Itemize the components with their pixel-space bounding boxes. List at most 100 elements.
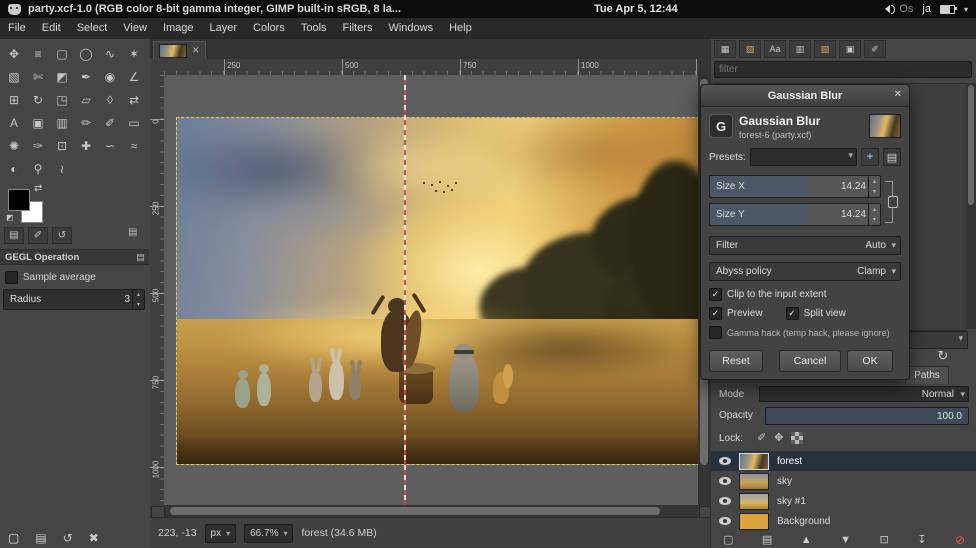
lower-layer-icon[interactable]: ▼ [840, 534, 851, 546]
smudge-tool[interactable]: ∽ [98, 134, 122, 157]
blur-sharpen-tool[interactable]: ≈ [122, 134, 146, 157]
align-tool[interactable]: ≡ [26, 42, 50, 65]
mode-dropdown[interactable]: Normal [759, 386, 969, 402]
swap-colors-icon[interactable]: ⇄ [34, 183, 42, 194]
battery-icon[interactable] [940, 5, 955, 14]
gamma-hack-checkbox[interactable] [709, 326, 722, 339]
layer-visibility-toggle[interactable] [719, 497, 731, 505]
reset-button[interactable]: Reset [709, 350, 763, 372]
rotate-tool[interactable]: ↻ [26, 88, 50, 111]
fonts-tab-icon[interactable]: Aa [764, 40, 786, 58]
lock-pixels-icon[interactable]: ✐ [757, 431, 766, 444]
keyboard-layout-indicator[interactable]: ja [922, 3, 931, 15]
chevron-down-icon[interactable]: ▾ [964, 5, 968, 14]
eraser-tool[interactable]: ▭ [122, 111, 146, 134]
menu-layer[interactable]: Layer [202, 18, 246, 39]
paintbrush-tool[interactable]: ✐ [98, 111, 122, 134]
text-tool[interactable]: A [2, 111, 26, 134]
menu-image[interactable]: Image [155, 18, 202, 39]
revert-icon[interactable]: ↺ [63, 531, 73, 545]
size-y-slider[interactable]: Size Y 14.24 [709, 203, 881, 226]
radius-slider[interactable]: Radius 3 [3, 289, 145, 310]
delete-layer-icon[interactable]: ⊘ [955, 533, 965, 547]
volume-icon[interactable] [881, 5, 890, 13]
undo-history-tab-icon[interactable]: ↺ [52, 227, 72, 244]
ok-button[interactable]: OK [847, 350, 893, 372]
image-tab[interactable]: ✕ [153, 41, 206, 59]
foreground-color-swatch[interactable] [8, 189, 30, 211]
canvas-viewport[interactable] [164, 75, 698, 505]
layer-row-sky-1[interactable]: sky #1 [711, 491, 976, 511]
link-sizes-icon[interactable] [885, 179, 897, 223]
zoom-dropdown[interactable]: 66.7% [244, 524, 293, 543]
dock-scrollbar-thumb[interactable] [968, 85, 974, 205]
gradients-tab-icon[interactable]: ▥ [789, 40, 811, 58]
delete-icon[interactable]: ✖ [89, 531, 99, 545]
lock-position-icon[interactable]: ✥ [774, 431, 783, 444]
dialog-close-icon[interactable]: ✕ [894, 89, 902, 100]
preview-checkbox[interactable]: ✓ [709, 307, 722, 320]
gradient-tool[interactable]: ▥ [50, 111, 74, 134]
duplicate-layer-icon[interactable]: ⊡ [880, 533, 889, 546]
new-group-icon[interactable]: ▤ [762, 533, 772, 546]
layer-visibility-toggle[interactable] [719, 477, 731, 485]
paths-tool[interactable]: ✒ [74, 65, 98, 88]
menu-colors[interactable]: Colors [245, 18, 293, 39]
shear-tool[interactable]: ▱ [74, 88, 98, 111]
layer-row-forest[interactable]: forest [711, 451, 976, 471]
airbrush-tool[interactable]: ✺ [2, 134, 26, 157]
layer-row-background[interactable]: Background [711, 511, 976, 531]
split-view-guide[interactable] [404, 75, 406, 505]
presets-combo[interactable] [750, 148, 857, 166]
tab-close-icon[interactable]: ✕ [192, 45, 200, 56]
raise-layer-icon[interactable]: ▲ [801, 534, 812, 546]
ink-tool[interactable]: ✑ [26, 134, 50, 157]
dodge-burn-tool[interactable]: ◐ [2, 157, 26, 180]
radius-spinner[interactable] [132, 290, 144, 309]
warp-tool[interactable]: ≀ [50, 157, 74, 180]
measure-tool[interactable]: ∠ [122, 65, 146, 88]
menu-edit[interactable]: Edit [34, 18, 69, 39]
layer-visibility-toggle[interactable] [719, 517, 731, 525]
cancel-button[interactable]: Cancel [779, 350, 841, 372]
lock-alpha-icon[interactable] [791, 432, 803, 444]
clip-checkbox[interactable]: ✓ [709, 288, 722, 301]
document-history-tab-icon[interactable]: ✐ [864, 40, 886, 58]
move-tool[interactable]: ✥ [2, 42, 26, 65]
device-status-tab-icon[interactable]: ✐ [28, 227, 48, 244]
foreground-select-tool[interactable]: ◩ [50, 65, 74, 88]
menu-help[interactable]: Help [441, 18, 480, 39]
horizontal-scrollbar-thumb[interactable] [170, 507, 660, 515]
fuzzy-select-tool[interactable]: ✶ [122, 42, 146, 65]
dock-scrollbar[interactable] [966, 83, 976, 329]
clock[interactable]: Tue Apr 5, 12:44 [594, 3, 678, 15]
palettes-tab-icon[interactable]: ▧ [814, 40, 836, 58]
horizontal-ruler[interactable]: 250 500 750 1000 [164, 59, 698, 76]
rectangle-select-tool[interactable]: ▢ [50, 42, 74, 65]
color-picker-tool[interactable]: ◉ [98, 65, 122, 88]
pencil-tool[interactable]: ✏ [74, 111, 98, 134]
ellipse-select-tool[interactable]: ◯ [74, 42, 98, 65]
flip-tool[interactable]: ⇄ [122, 88, 146, 111]
open-icon[interactable]: ▤ [35, 531, 46, 545]
bucket-fill-tool[interactable]: ▣ [26, 111, 50, 134]
merge-layer-icon[interactable]: ↧ [917, 533, 926, 546]
menu-filters[interactable]: Filters [335, 18, 381, 39]
menu-view[interactable]: View [115, 18, 155, 39]
brushes-tab-icon[interactable]: ▦ [714, 40, 736, 58]
refresh-icon[interactable]: ↻ [933, 347, 953, 365]
abyss-policy-dropdown[interactable]: Abyss policy Clamp [709, 262, 901, 281]
filter-dropdown[interactable]: Filter Auto [709, 236, 901, 255]
clone-tool[interactable]: ⊡ [50, 134, 74, 157]
size-x-spinner[interactable] [868, 176, 880, 197]
zoom-tool[interactable]: ⚲ [26, 157, 50, 180]
scissors-select-tool[interactable]: ✄ [26, 65, 50, 88]
select-by-color-tool[interactable]: ▧ [2, 65, 26, 88]
paths-tab[interactable]: Paths [905, 366, 949, 384]
images-tab-icon[interactable]: ▣ [839, 40, 861, 58]
new-document-icon[interactable]: ▢ [8, 531, 19, 545]
heal-tool[interactable]: ✚ [74, 134, 98, 157]
menu-windows[interactable]: Windows [380, 18, 441, 39]
ruler-corner-button[interactable] [150, 59, 165, 76]
gegl-panel-menu-icon[interactable]: ▤ [136, 252, 145, 263]
